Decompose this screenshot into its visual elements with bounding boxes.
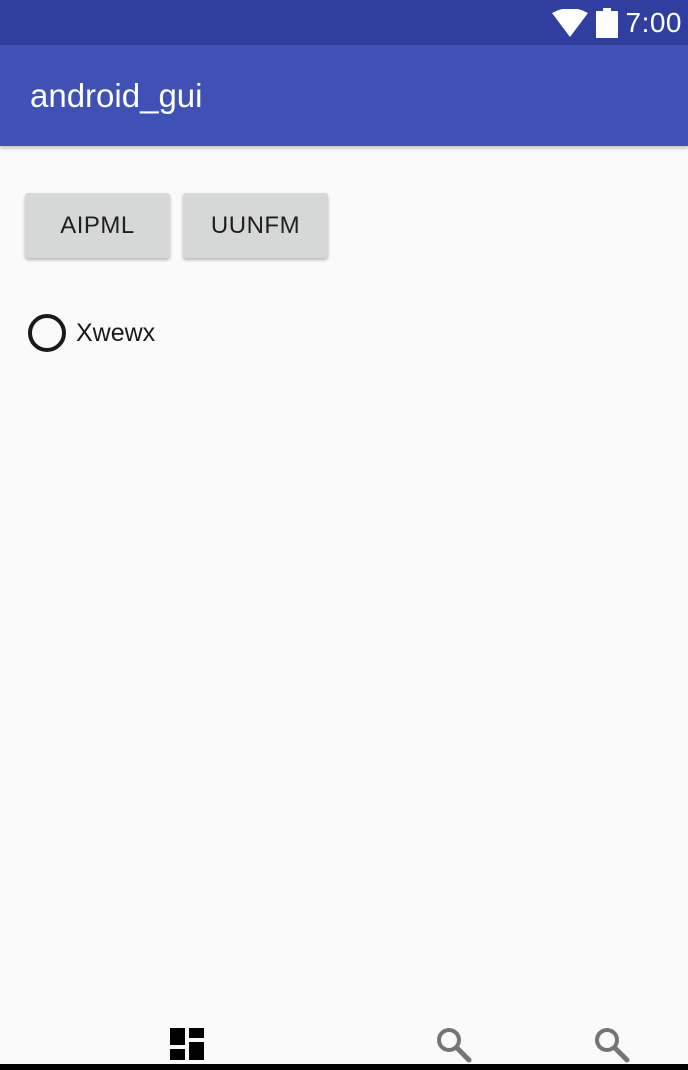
app-bar: android_gui xyxy=(0,45,688,146)
uunfm-button[interactable]: UUNFM xyxy=(183,193,328,258)
dashboard-icon[interactable] xyxy=(170,1028,204,1060)
radio-label: Xwewx xyxy=(76,318,156,347)
search-icon[interactable] xyxy=(594,1027,630,1063)
status-time: 7:00 xyxy=(625,6,682,38)
bottom-navigation xyxy=(0,1010,688,1065)
radio-button-icon[interactable] xyxy=(28,314,66,352)
bottom-edge xyxy=(0,1064,688,1070)
battery-icon xyxy=(595,7,618,38)
aipml-button[interactable]: AIPML xyxy=(25,193,170,258)
radio-option[interactable]: Xwewx xyxy=(28,313,155,353)
search-icon[interactable] xyxy=(436,1027,472,1063)
status-bar: 7:00 xyxy=(0,0,688,45)
app-title: android_gui xyxy=(30,76,203,114)
screen: 7:00 android_gui AIPML UUNFM Xwewx xyxy=(0,0,688,1070)
wifi-icon xyxy=(551,8,588,37)
